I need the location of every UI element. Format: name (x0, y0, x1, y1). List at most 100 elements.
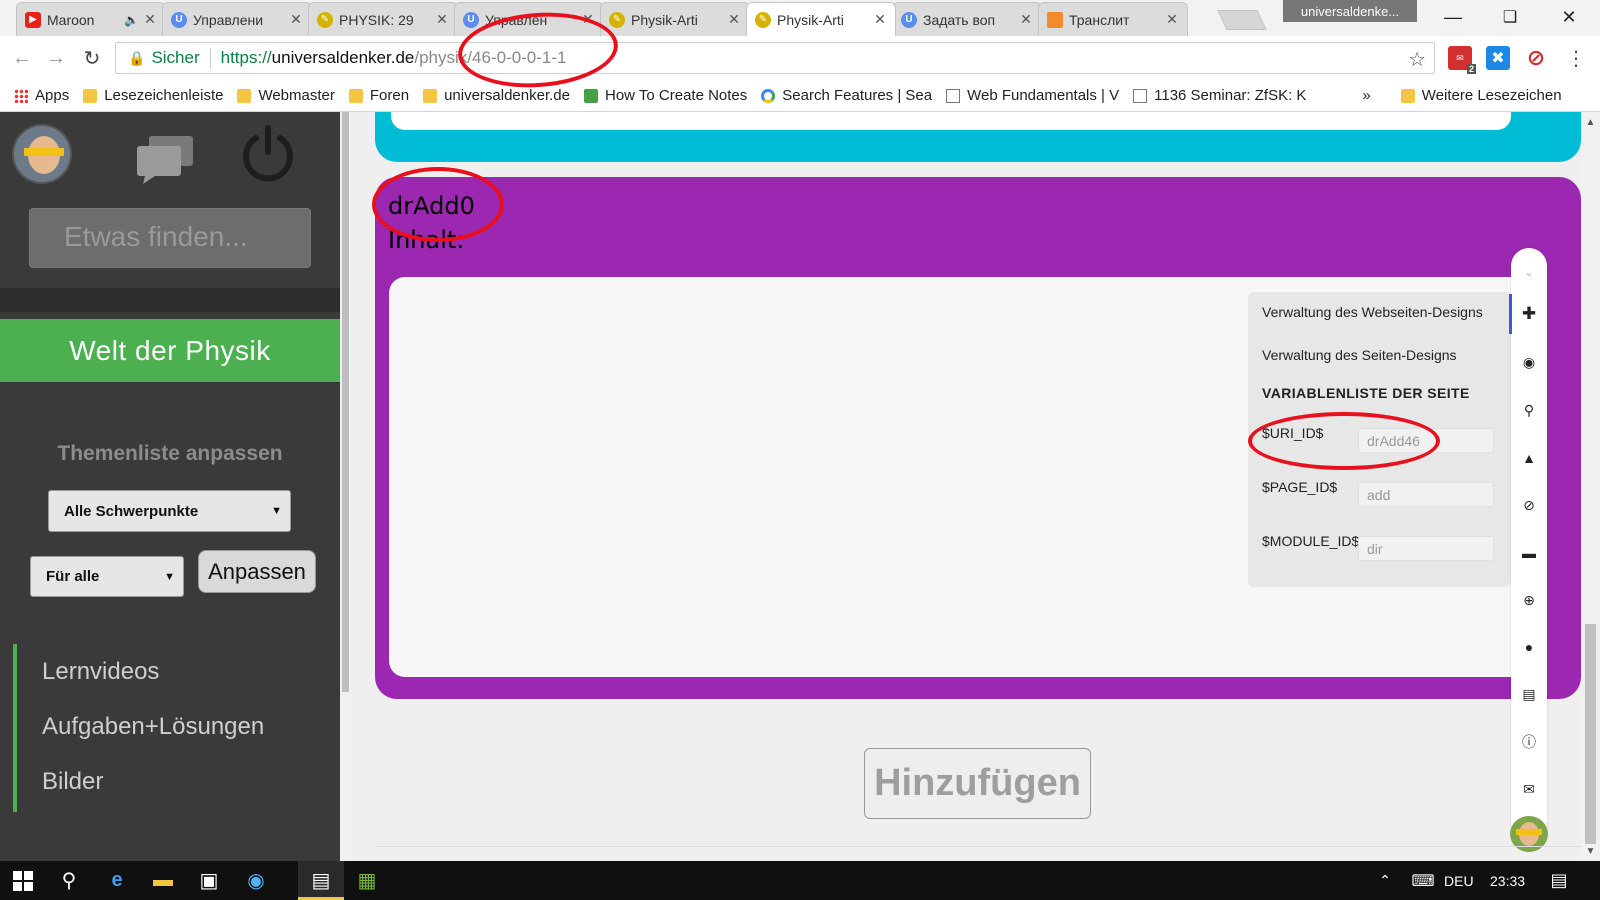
forward-icon[interactable]: → (42, 44, 70, 72)
close-icon[interactable]: ✕ (435, 11, 449, 28)
block-extension-icon[interactable]: ⊘ (1524, 45, 1548, 70)
section-title[interactable]: Welt der Physik (0, 319, 340, 382)
translit-icon (1047, 11, 1063, 28)
folder-icon[interactable]: ▬ (1511, 539, 1547, 567)
folder-icon (423, 88, 438, 103)
notes-icon (583, 88, 598, 103)
bookmark-link[interactable]: Web Fundamentals | V (946, 87, 1119, 104)
close-icon[interactable]: ✕ (873, 11, 887, 28)
tab-title: Physik-Arti (777, 11, 844, 28)
keyboard-icon[interactable]: ⌨ (1400, 861, 1446, 900)
power-icon[interactable] (240, 124, 296, 184)
tool-rail: ⌄ ✚ ◉ ⚲ ▲ ⊘ ▬ ⊕ ● ▤ ⓘ ✉ (1509, 248, 1547, 850)
notepad-icon[interactable]: ▦ (344, 861, 390, 900)
language-indicator[interactable]: DEU (1444, 861, 1474, 900)
nav-item-aufgaben[interactable]: Aufgaben+Lösungen (42, 713, 264, 741)
lock-icon: 🔒 (128, 49, 146, 66)
sidebar-scrollbar[interactable] (340, 112, 351, 861)
note-icon[interactable]: ▤ (1511, 680, 1547, 708)
puzzle-icon[interactable]: ✚ (1511, 300, 1547, 328)
page-id-field[interactable]: add (1358, 482, 1494, 507)
back-icon[interactable]: ← (8, 44, 36, 72)
browser-tab[interactable]: U Задать воп ✕ (892, 2, 1042, 36)
bookmark-folder[interactable]: Lesezeichenleiste (83, 87, 223, 104)
browser-tab-active[interactable]: ✎ Physik-Arti ✕ (746, 2, 896, 36)
plus-circle-icon[interactable]: ⊕ (1511, 586, 1547, 614)
info-icon[interactable]: ⓘ (1511, 728, 1547, 756)
bookmarks-overflow[interactable]: » (1362, 87, 1370, 104)
bookmark-label: universaldenker.de (444, 87, 570, 104)
bookmark-link[interactable]: 1136 Seminar: ZfSK: K (1133, 87, 1306, 104)
browser-tab[interactable]: U Управлен ✕ (454, 2, 604, 36)
globe-icon[interactable]: ◉ (233, 861, 279, 900)
module-id-field[interactable]: dir (1358, 536, 1494, 561)
remote-desktop-icon[interactable]: ▤ (298, 861, 344, 900)
browser-tab[interactable]: ✎ Physik-Arti ✕ (600, 2, 750, 36)
profile-chip[interactable]: universaldenke... (1283, 0, 1417, 22)
windows-start-icon[interactable] (0, 861, 46, 900)
bookmark-star-icon[interactable]: ☆ (1408, 47, 1426, 72)
minimize-icon[interactable]: — (1430, 4, 1476, 30)
close-icon[interactable]: ✕ (143, 11, 157, 28)
browser-tab[interactable]: ▶ Maroon 🔈 ✕ (16, 2, 166, 36)
chat-icon[interactable]: ● (1511, 633, 1547, 661)
nav-item-bilder[interactable]: Bilder (42, 768, 103, 796)
site-design-link[interactable]: Verwaltung des Webseiten-Designs (1262, 304, 1483, 320)
url-scheme: https:// (220, 48, 272, 67)
add-module-button[interactable]: Hinzufügen (864, 748, 1091, 819)
audience-select[interactable]: Für alle ▼ (30, 556, 184, 597)
clock[interactable]: 23:33 (1490, 861, 1525, 900)
speaker-icon[interactable]: 🔈 (124, 13, 139, 27)
bookmark-folder[interactable]: Webmaster (237, 87, 335, 104)
bookmark-folder[interactable]: universaldenker.de (423, 87, 570, 104)
browser-tab[interactable]: Транслит ✕ (1038, 2, 1188, 36)
user-avatar[interactable] (12, 124, 72, 184)
close-icon[interactable]: ✕ (1165, 11, 1179, 28)
browser-tab[interactable]: U Управлени ✕ (162, 2, 312, 36)
close-icon[interactable]: ✕ (289, 11, 303, 28)
x-extension-icon[interactable]: ✖ (1486, 46, 1510, 70)
apply-button[interactable]: Anpassen (198, 550, 316, 593)
close-icon[interactable]: ✕ (1019, 11, 1033, 28)
scroll-down-icon[interactable]: ▼ (1581, 843, 1600, 859)
search-icon[interactable]: ⚲ (1511, 396, 1547, 424)
chat-icon[interactable] (135, 134, 195, 184)
eye-icon[interactable]: ◉ (1511, 348, 1547, 376)
edge-icon[interactable]: e (94, 861, 140, 900)
search-icon[interactable]: ⚲ (46, 861, 92, 900)
bookmark-apps[interactable]: Apps (14, 87, 69, 104)
bookmark-link[interactable]: Search Features | Sea (761, 87, 932, 104)
select-value: Alle Schwerpunkte (64, 502, 199, 520)
notification-icon[interactable]: ▤ (1536, 861, 1582, 900)
bell-icon[interactable]: ▲ (1511, 444, 1547, 472)
bookmark-link[interactable]: How To Create Notes (583, 87, 747, 104)
folder-icon (83, 88, 98, 103)
close-icon[interactable]: ✕ (581, 11, 595, 28)
close-icon[interactable]: ✕ (727, 11, 741, 28)
u-icon: U (171, 11, 187, 28)
block-icon[interactable]: ⊘ (1511, 491, 1547, 519)
chevron-down-icon[interactable]: ⌄ (1511, 258, 1547, 286)
mail-icon[interactable]: ✉ (1511, 775, 1547, 803)
file-explorer-icon[interactable]: ▬ (140, 861, 186, 900)
main-scrollbar[interactable]: ▲ ▼ (1581, 112, 1600, 861)
nav-item-lernvideos[interactable]: Lernvideos (42, 658, 159, 686)
menu-icon[interactable]: ⋮ (1562, 44, 1590, 72)
store-icon[interactable]: ▣ (186, 861, 232, 900)
reload-icon[interactable]: ↻ (78, 44, 106, 72)
folder-icon (348, 88, 363, 103)
other-bookmarks[interactable]: Weitere Lesezeichen (1400, 87, 1562, 104)
mail-extension-icon[interactable]: ✉ 2 (1448, 46, 1476, 74)
restore-icon[interactable]: ❏ (1487, 4, 1533, 30)
scroll-thumb[interactable] (1585, 624, 1596, 844)
bookmark-folder[interactable]: Foren (348, 87, 409, 104)
browser-tab[interactable]: ✎ PHYSIK: 29 ✕ (308, 2, 458, 36)
page-design-link[interactable]: Verwaltung des Seiten-Designs (1262, 347, 1457, 363)
address-bar[interactable]: 🔒 Sicher https:// universaldenker.de /ph… (115, 42, 1435, 74)
uri-id-field[interactable]: drAdd46 (1358, 428, 1494, 453)
scroll-up-icon[interactable]: ▲ (1581, 114, 1600, 130)
window-close-icon[interactable]: ✕ (1546, 4, 1592, 30)
search-input[interactable]: Etwas finden... (29, 208, 311, 268)
focus-select[interactable]: Alle Schwerpunkte ▼ (48, 490, 291, 532)
new-tab-button[interactable] (1217, 10, 1267, 30)
